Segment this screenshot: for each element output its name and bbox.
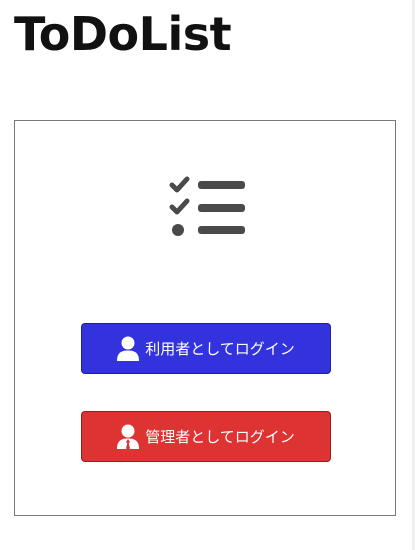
user-tie-icon	[117, 424, 140, 449]
admin-login-label: 管理者としてログイン	[145, 428, 295, 446]
page: ToDoList 利用者としてログイン 管理者としてログイン	[0, 0, 415, 550]
admin-login-button[interactable]: 管理者としてログイン	[81, 411, 331, 462]
user-login-button[interactable]: 利用者としてログイン	[81, 323, 331, 374]
login-card: 利用者としてログイン 管理者としてログイン	[14, 120, 396, 516]
user-icon	[117, 336, 140, 361]
checklist-icon	[169, 176, 245, 236]
app-title: ToDoList	[14, 7, 232, 61]
user-login-label: 利用者としてログイン	[145, 340, 295, 358]
